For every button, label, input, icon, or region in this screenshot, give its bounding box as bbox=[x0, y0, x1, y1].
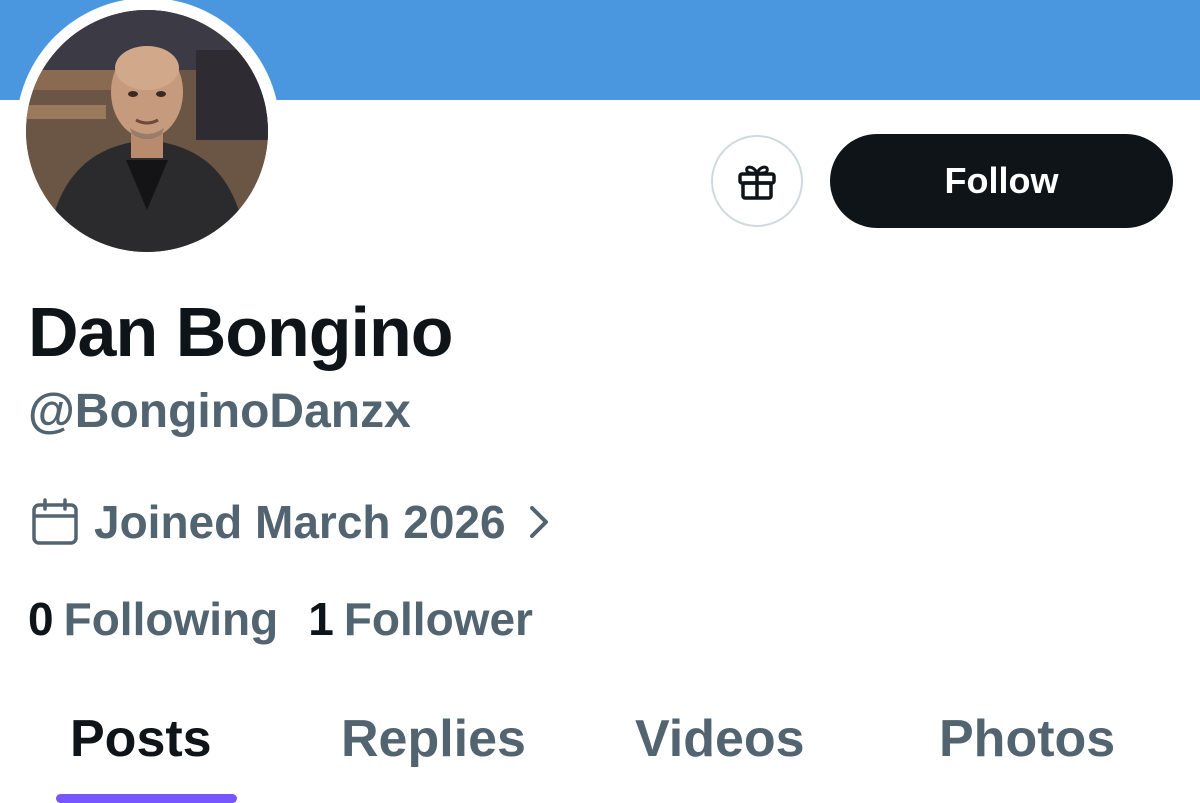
avatar[interactable] bbox=[26, 10, 268, 252]
gift-icon bbox=[738, 165, 776, 200]
joined-date-row[interactable]: Joined March 2026 bbox=[30, 490, 550, 554]
tab-posts[interactable]: Posts bbox=[70, 703, 212, 775]
followers-link[interactable]: 1 Follower bbox=[308, 592, 533, 646]
followers-count: 1 bbox=[308, 593, 334, 645]
active-tab-indicator bbox=[56, 794, 237, 803]
gift-button[interactable] bbox=[711, 135, 803, 227]
joined-date: Joined March 2026 bbox=[94, 496, 506, 548]
following-link[interactable]: 0 Following bbox=[28, 592, 278, 646]
avatar-photo bbox=[26, 10, 268, 252]
profile-handle: @BonginoDanzx bbox=[28, 385, 411, 438]
chevron-right-icon bbox=[526, 502, 550, 542]
follow-stats: 0 Following 1 Follower bbox=[28, 588, 533, 650]
tab-videos[interactable]: Videos bbox=[635, 703, 805, 775]
calendar-icon bbox=[32, 498, 78, 545]
following-count: 0 bbox=[28, 593, 54, 645]
follow-button[interactable]: Follow bbox=[830, 134, 1173, 228]
followers-label: Follower bbox=[343, 593, 533, 645]
following-label: Following bbox=[63, 593, 279, 645]
follow-button-label: Follow bbox=[944, 160, 1059, 201]
tab-replies[interactable]: Replies bbox=[341, 703, 526, 775]
display-name: Dan Bongino bbox=[28, 293, 453, 371]
tab-photos[interactable]: Photos bbox=[939, 703, 1115, 775]
